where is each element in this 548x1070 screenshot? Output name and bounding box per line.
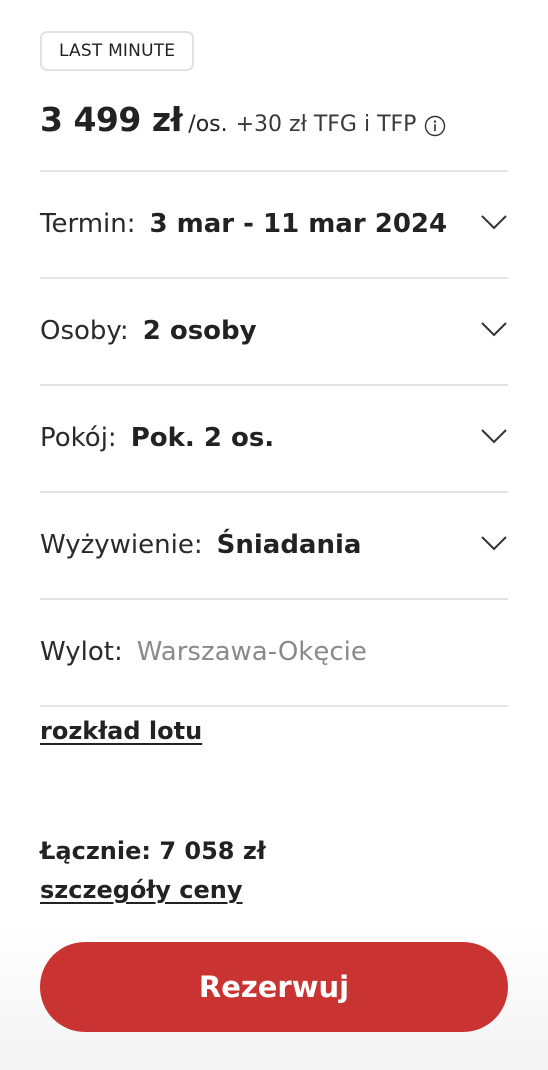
chevron-down-icon[interactable] xyxy=(480,535,508,551)
price-amount: 3 499 zł xyxy=(40,100,183,139)
pokoj-label: Pokój: xyxy=(40,423,117,453)
last-minute-badge: LAST MINUTE xyxy=(40,31,195,71)
wyzywienie-label: Wyżywienie: xyxy=(40,530,203,560)
price-row: 3 499 zł /os. +30 zł TFG i TFP xyxy=(40,100,446,150)
reserve-button[interactable]: Rezerwuj xyxy=(40,942,508,1032)
divider xyxy=(40,705,508,707)
chevron-down-icon[interactable] xyxy=(480,428,508,444)
row-wylot: Wylot: Warszawa-Okęcie xyxy=(40,599,508,705)
price-details-link[interactable]: szczegóły ceny xyxy=(40,876,243,904)
wylot-value: Warszawa-Okęcie xyxy=(136,637,367,667)
termin-value: 3 mar - 11 mar 2024 xyxy=(149,209,448,239)
wyzywienie-value: Śniadania xyxy=(216,530,362,560)
info-circle-icon[interactable] xyxy=(424,115,446,137)
row-wyzywienie[interactable]: Wyżywienie: Śniadania xyxy=(40,492,508,598)
row-pokoj[interactable]: Pokój: Pok. 2 os. xyxy=(40,385,508,491)
row-osoby[interactable]: Osoby: 2 osoby xyxy=(40,278,508,384)
osoby-label: Osoby: xyxy=(40,316,129,346)
osoby-value: 2 osoby xyxy=(142,316,257,346)
total-price: Łącznie: 7 058 zł xyxy=(40,837,266,865)
termin-label: Termin: xyxy=(40,209,136,239)
badge-label: LAST MINUTE xyxy=(59,41,176,61)
chevron-down-icon[interactable] xyxy=(480,321,508,337)
pokoj-value: Pok. 2 os. xyxy=(130,423,275,453)
price-per-person: /os. xyxy=(188,112,228,137)
flight-schedule-link[interactable]: rozkład lotu xyxy=(40,717,202,745)
chevron-down-icon[interactable] xyxy=(480,214,508,230)
row-termin[interactable]: Termin: 3 mar - 11 mar 2024 xyxy=(40,171,508,277)
wylot-label: Wylot: xyxy=(40,637,123,667)
price-extra-fees: +30 zł TFG i TFP xyxy=(235,112,417,137)
